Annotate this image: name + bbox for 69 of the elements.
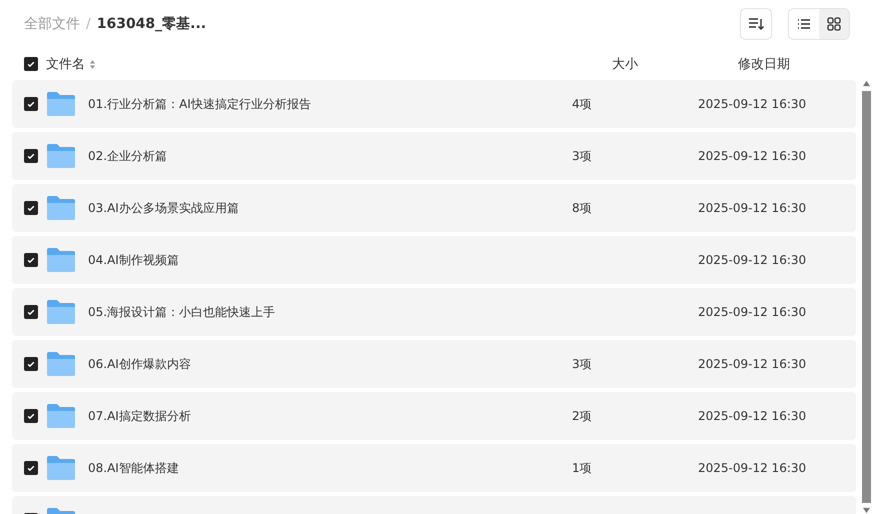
breadcrumb-item: 163048_零基... xyxy=(96,15,206,33)
checkbox[interactable] xyxy=(24,149,38,163)
folder-icon xyxy=(46,455,76,481)
file-size: 8项 xyxy=(572,200,593,216)
folder-icon xyxy=(46,247,76,273)
check-icon xyxy=(26,359,36,369)
modified-date: 2025-09-12 16:30 xyxy=(698,357,808,371)
list-icon xyxy=(797,18,811,30)
modified-date: 2025-09-12 16:30 xyxy=(698,149,808,163)
folder-icon xyxy=(46,403,76,429)
check-icon xyxy=(26,411,36,421)
modified-date: 2025-09-12 16:30 xyxy=(698,461,808,475)
sort-button[interactable] xyxy=(740,8,772,40)
file-row[interactable]: 04.AI制作视频篇 2025-09-12 16:30 xyxy=(12,236,856,284)
file-size: 3项 xyxy=(572,356,593,372)
check-icon xyxy=(26,307,36,317)
file-name: 01.行业分析篇：AI快速搞定行业分析报告 xyxy=(88,96,312,112)
checkbox[interactable] xyxy=(24,57,38,71)
file-row[interactable]: 08.AI智能体搭建 1项 2025-09-12 16:30 xyxy=(12,444,856,492)
file-name: 05.海报设计篇：小白也能快速上手 xyxy=(88,304,276,320)
sort-icon[interactable] xyxy=(89,58,96,70)
scroll-up-icon[interactable] xyxy=(862,80,870,87)
folder-icon xyxy=(46,91,76,117)
column-header[interactable]: 文件名 xyxy=(46,55,85,73)
folder-icon xyxy=(46,143,76,169)
breadcrumb-separator: / xyxy=(86,16,91,32)
check-icon xyxy=(26,255,36,265)
checkbox[interactable] xyxy=(24,253,38,267)
check-icon xyxy=(26,99,36,109)
file-row[interactable]: 06.AI创作爆款内容 3项 2025-09-12 16:30 xyxy=(12,340,856,388)
file-name: 07.AI搞定数据分析 xyxy=(88,408,192,424)
file-row[interactable]: 03.AI办公多场景实战应用篇 8项 2025-09-12 16:30 xyxy=(12,184,856,232)
modified-date: 2025-09-12 16:30 xyxy=(698,305,808,319)
file-size: 3项 xyxy=(572,148,593,164)
checkbox[interactable] xyxy=(24,201,38,215)
check-icon xyxy=(26,203,36,213)
folder-icon xyxy=(46,195,76,221)
file-size: 2项 xyxy=(572,408,593,424)
file-name: 03.AI办公多场景实战应用篇 xyxy=(88,200,240,216)
modified-date: 2025-09-12 16:30 xyxy=(698,409,808,423)
checkbox[interactable] xyxy=(24,305,38,319)
file-row[interactable]: 07.AI搞定数据分析 2项 2025-09-12 16:30 xyxy=(12,392,856,440)
check-icon xyxy=(26,463,36,473)
column-header: 修改日期 xyxy=(738,56,791,73)
check-icon xyxy=(26,151,36,161)
file-row[interactable]: 05.海报设计篇：小白也能快速上手 2025-09-12 16:30 xyxy=(12,288,856,336)
scroll-down-icon[interactable] xyxy=(862,507,870,514)
grid-icon xyxy=(827,17,841,31)
checkbox[interactable] xyxy=(24,461,38,475)
file-name: 08.AI智能体搭建 xyxy=(88,460,180,476)
file-size: 1项 xyxy=(572,460,593,476)
file-size: 4项 xyxy=(572,96,593,112)
column-header: 大小 xyxy=(612,56,639,73)
checkbox[interactable] xyxy=(24,357,38,371)
file-row[interactable]: 02.企业分析篇 3项 2025-09-12 16:30 xyxy=(12,132,856,180)
sort-icon xyxy=(748,17,764,31)
checkbox[interactable] xyxy=(24,97,38,111)
modified-date: 2025-09-12 16:30 xyxy=(698,201,808,215)
modified-date: 2025-09-12 16:30 xyxy=(698,97,808,111)
modified-date: 2025-09-12 16:30 xyxy=(698,253,808,267)
file-name: 02.企业分析篇 xyxy=(88,148,168,164)
checkbox[interactable] xyxy=(24,409,38,423)
file-name: 06.AI创作爆款内容 xyxy=(88,356,192,372)
file-row[interactable]: 01.行业分析篇：AI快速搞定行业分析报告 4项 2025-09-12 16:30 xyxy=(12,80,856,128)
file-name: 04.AI制作视频篇 xyxy=(88,252,180,268)
grid-view-button[interactable] xyxy=(819,9,849,39)
folder-icon xyxy=(46,299,76,325)
check-icon xyxy=(26,59,36,69)
folder-icon xyxy=(46,351,76,377)
